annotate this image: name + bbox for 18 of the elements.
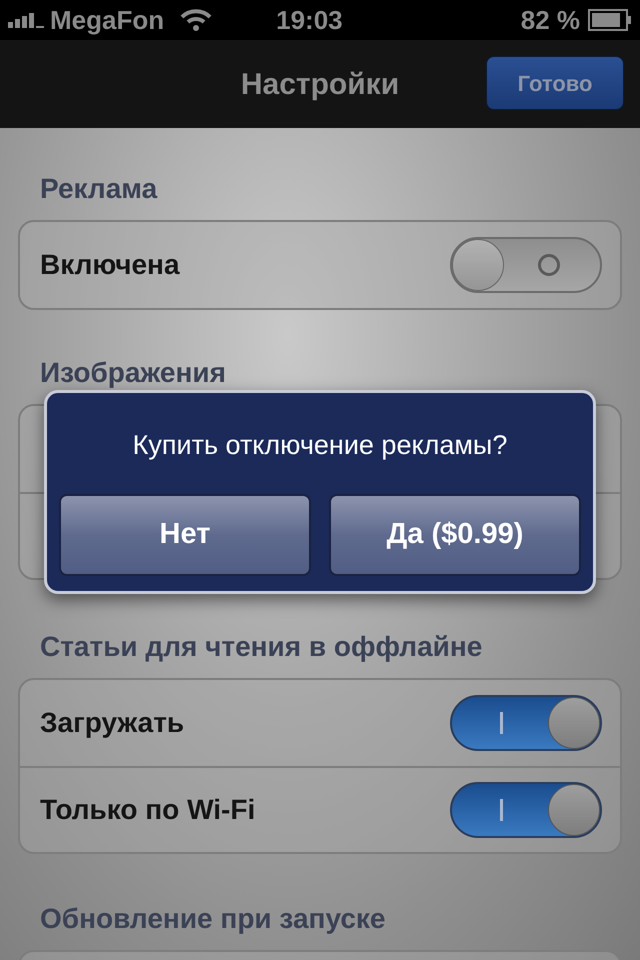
battery-icon [588,9,632,31]
section-header: Изображения [40,356,226,390]
battery-percentage: 82 % [520,4,580,36]
alert-button[interactable]: Да ($0.99) [329,494,581,576]
wifi-icon [180,8,212,32]
row-label: Загружать [40,706,184,740]
section-header: Статьи для чтения в оффлайне [40,630,482,664]
alert-message: Купить отключение рекламы? [132,429,508,462]
section-header: Обновление при запуске [40,902,386,936]
done-button[interactable]: Готово [486,56,624,110]
section-header: Реклама [40,172,158,206]
alert-button[interactable]: Нет [59,494,311,576]
clock-time: 19:03 [276,4,343,36]
carrier-name: MegaFon [50,4,164,36]
row-label: Включена [40,248,180,282]
screen-title: Настройки [240,66,400,102]
signal-icon [8,12,46,28]
row-label: Только по Wi-Fi [40,793,256,827]
